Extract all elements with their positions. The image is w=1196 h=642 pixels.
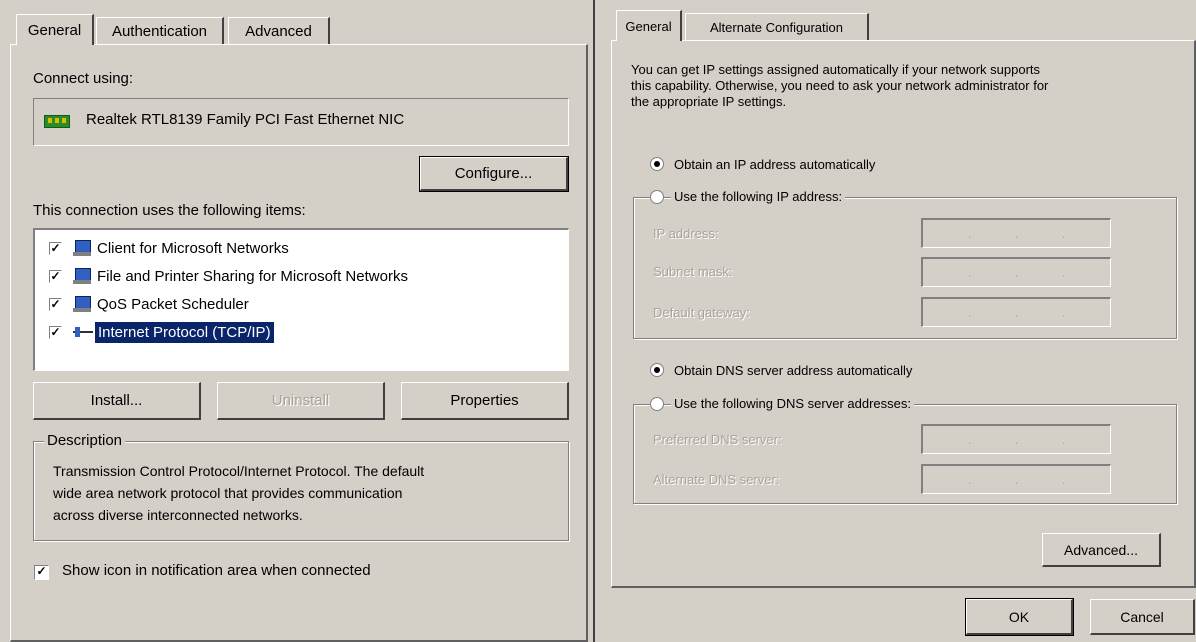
left-dialog: General Authentication Advanced Connect …	[0, 0, 590, 642]
item-checkbox[interactable]: ✓	[49, 270, 62, 283]
ip-address-field[interactable]: ...	[921, 218, 1111, 248]
obtain-ip-auto-label: Obtain an IP address automatically	[674, 157, 876, 172]
connect-using-label: Connect using:	[33, 70, 134, 87]
list-item[interactable]: ✓ QoS Packet Scheduler	[49, 294, 549, 316]
subnet-mask-field[interactable]: ...	[921, 257, 1111, 287]
network-service-icon	[73, 296, 93, 312]
obtain-dns-auto-radio[interactable]	[650, 363, 664, 377]
intro-line-3: the appropriate IP settings.	[631, 94, 787, 109]
item-label: File and Printer Sharing for Microsoft N…	[97, 268, 408, 285]
tab-general[interactable]: General	[16, 14, 94, 45]
preferred-dns-field[interactable]: ...	[921, 424, 1111, 454]
intro-line-2: this capability. Otherwise, you need to …	[631, 78, 1049, 93]
network-service-icon	[73, 268, 93, 284]
alternate-dns-field[interactable]: ...	[921, 464, 1111, 494]
default-gateway-label: Default gateway:	[653, 305, 750, 320]
use-following-dns-radio[interactable]	[650, 397, 664, 411]
list-item[interactable]: ✓ Client for Microsoft Networks	[49, 238, 549, 260]
item-label: QoS Packet Scheduler	[97, 296, 249, 313]
obtain-dns-auto-label: Obtain DNS server address automatically	[674, 363, 913, 378]
items-label: This connection uses the following items…	[33, 202, 306, 219]
alternate-dns-label: Alternate DNS server:	[653, 472, 780, 487]
tab-general[interactable]: General	[616, 10, 682, 41]
use-following-ip-label: Use the following IP address:	[671, 189, 846, 204]
use-following-ip-radio[interactable]	[650, 190, 664, 204]
network-protocol-icon	[73, 324, 93, 340]
list-item[interactable]: ✓ File and Printer Sharing for Microsoft…	[49, 266, 549, 288]
cancel-button[interactable]: Cancel	[1090, 599, 1195, 635]
components-list[interactable]: ✓ Client for Microsoft Networks ✓ File a…	[33, 228, 569, 371]
subnet-mask-label: Subnet mask:	[653, 264, 733, 279]
show-icon-checkbox[interactable]: ✓	[34, 565, 49, 580]
obtain-ip-auto-radio[interactable]	[650, 157, 664, 171]
description-legend: Description	[44, 432, 126, 449]
description-line-1: Transmission Control Protocol/Internet P…	[53, 463, 425, 479]
tab-advanced[interactable]: Advanced	[228, 17, 330, 45]
ok-button[interactable]: OK	[965, 598, 1074, 636]
adapter-field: Realtek RTL8139 Family PCI Fast Ethernet…	[33, 98, 569, 146]
item-checkbox[interactable]: ✓	[49, 242, 62, 255]
show-icon-label: Show icon in notification area when conn…	[62, 562, 371, 579]
network-client-icon	[73, 240, 93, 256]
item-label: Client for Microsoft Networks	[97, 240, 289, 257]
tab-authentication[interactable]: Authentication	[96, 17, 224, 45]
uninstall-button[interactable]: Uninstall	[217, 382, 385, 420]
install-button[interactable]: Install...	[33, 382, 201, 420]
tab-alternate-configuration[interactable]: Alternate Configuration	[685, 13, 869, 41]
default-gateway-field[interactable]: ...	[921, 297, 1111, 327]
network-card-icon	[44, 115, 70, 128]
intro-line-1: You can get IP settings assigned automat…	[631, 62, 1041, 77]
item-checkbox[interactable]: ✓	[49, 298, 62, 311]
item-checkbox[interactable]: ✓	[49, 326, 62, 339]
description-line-2: wide area network protocol that provides…	[53, 485, 403, 501]
ip-address-label: IP address:	[653, 226, 719, 241]
item-label-selected: Internet Protocol (TCP/IP)	[94, 321, 275, 344]
list-item[interactable]: ✓ Internet Protocol (TCP/IP)	[49, 321, 549, 344]
properties-button[interactable]: Properties	[401, 382, 569, 420]
preferred-dns-label: Preferred DNS server:	[653, 432, 782, 447]
advanced-button[interactable]: Advanced...	[1042, 533, 1161, 567]
right-dialog: General Alternate Configuration You can …	[593, 0, 1196, 642]
adapter-name: Realtek RTL8139 Family PCI Fast Ethernet…	[86, 111, 405, 128]
description-line-3: across diverse interconnected networks.	[53, 507, 303, 523]
configure-button[interactable]: Configure...	[419, 156, 569, 192]
use-following-dns-label: Use the following DNS server addresses:	[671, 396, 914, 411]
